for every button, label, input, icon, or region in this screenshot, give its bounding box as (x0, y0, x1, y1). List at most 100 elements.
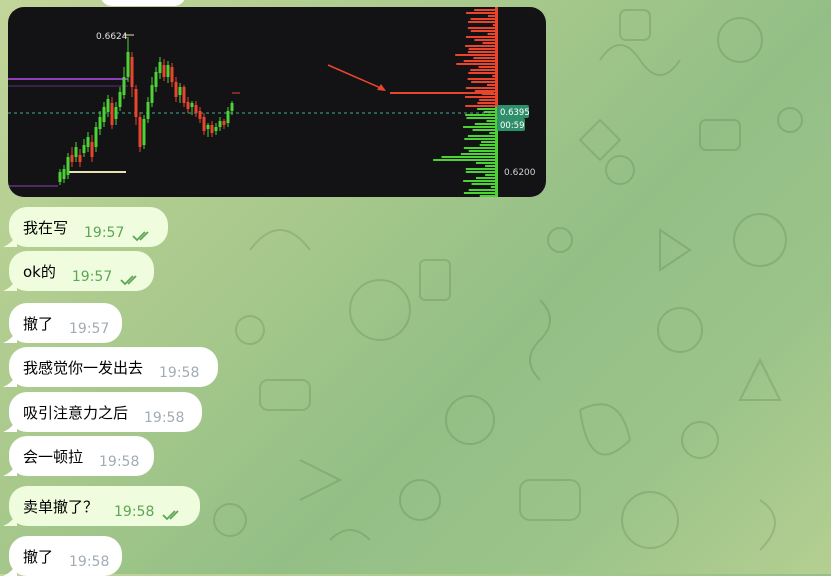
bubble-tail (3, 373, 17, 387)
outgoing-message[interactable]: 卖单撤了？ 19:58 (3, 486, 200, 526)
volume-profile-bar (465, 168, 497, 170)
candle-body (66, 157, 70, 175)
bubble-tail (3, 233, 17, 247)
candle-body (82, 145, 86, 153)
previous-message-bubble-edge (100, 0, 186, 6)
message-text: 我在写 (23, 218, 69, 237)
volume-profile-bar (471, 183, 497, 185)
volume-profile-bar (465, 87, 497, 89)
message-time: 19:58 (99, 454, 140, 470)
candle-body (106, 99, 110, 112)
volume-profile-bar (463, 147, 497, 149)
candlestick-chart: 0.6624 0.6395 00:59 0.6200 (8, 7, 536, 197)
volume-profile-bar (468, 150, 497, 152)
volume-profile-bar (465, 36, 497, 38)
volume-profile-bar (468, 189, 497, 191)
candle-body (166, 65, 170, 77)
candle-body (134, 89, 138, 117)
outgoing-message[interactable]: 我在写 19:57 (3, 207, 168, 247)
candle-body (62, 169, 66, 179)
volume-profile-bar (441, 156, 497, 158)
incoming-message[interactable]: 撤了 19:58 (3, 536, 122, 576)
candle-body (130, 57, 134, 87)
volume-profile-bar (470, 18, 497, 20)
volume-profile-bar (467, 51, 497, 53)
candle-body (86, 137, 90, 147)
volume-profile-axis (495, 7, 498, 197)
read-double-check-icon (120, 274, 142, 290)
volume-profile-bar (477, 102, 497, 104)
candle-body (94, 127, 98, 147)
volume-profile-bar (463, 180, 497, 182)
candle-body (78, 155, 82, 162)
price-low-label: 0.6200 (504, 168, 536, 178)
volume-profile-bar (475, 177, 497, 179)
volume-profile-bar (475, 162, 497, 164)
candle-body (150, 85, 154, 103)
read-double-check-icon (132, 230, 154, 246)
volume-profile-bar (482, 42, 497, 44)
volume-profile-bar (473, 57, 497, 59)
volume-profile-bar (468, 72, 497, 74)
chart-image-message[interactable]: 0.6624 0.6395 00:59 0.6200 (8, 7, 546, 197)
volume-profile-bar (474, 123, 497, 125)
message-text: 撤了 (23, 314, 54, 333)
candle-body (190, 103, 194, 107)
volume-profile-bar (479, 144, 497, 146)
volume-profile-bar (471, 81, 497, 83)
candle-body (226, 111, 230, 123)
message-list[interactable]: 0.6624 0.6395 00:59 0.6200 我在写 19:57 ok的 19… (0, 0, 831, 576)
bubble-tail (3, 277, 17, 291)
candle-body (230, 103, 234, 111)
volume-profile-bar (465, 171, 497, 173)
message-text: 会一顿拉 (23, 447, 84, 466)
candle-body (206, 125, 210, 129)
volume-profile-bar (463, 60, 497, 62)
candle-body (198, 111, 202, 119)
bubble-tail (3, 512, 17, 526)
incoming-message[interactable]: 撤了 19:57 (3, 303, 122, 343)
message-text: 我感觉你一发出去 (23, 358, 144, 377)
incoming-message[interactable]: 吸引注意力之后 19:58 (3, 392, 202, 432)
message-text: 卖单撤了？ (23, 497, 99, 516)
incoming-message[interactable]: 我感觉你一发出去 19:58 (3, 347, 218, 387)
candle-body (118, 92, 122, 107)
bubble-tail (3, 462, 17, 476)
annotation-arrow-shaft (327, 64, 384, 90)
volume-profile-bar (479, 195, 497, 197)
candle-body (158, 62, 162, 73)
volume-profile-bar (477, 108, 497, 110)
candle-body (98, 117, 102, 129)
bubble-tail (3, 329, 17, 343)
volume-profile-bar (433, 159, 497, 161)
candle-body (174, 82, 178, 97)
volume-profile-bar (474, 9, 497, 11)
message-time: 19:58 (69, 554, 110, 570)
candle-body (70, 155, 74, 162)
volume-profile-bar (468, 21, 497, 23)
read-double-check-icon (162, 509, 184, 525)
volume-profile-bar (466, 12, 497, 14)
incoming-message[interactable]: 会一顿拉 19:58 (3, 436, 154, 476)
bubble-tail (3, 418, 17, 432)
volume-profile-bar (455, 54, 497, 56)
message-time: 19:57 (69, 321, 110, 337)
candle-body (146, 102, 150, 119)
volume-profile-bar (465, 45, 497, 47)
outgoing-message[interactable]: ok的 19:57 (3, 251, 154, 291)
current-price-label: 0.6395 (500, 108, 530, 118)
volume-profile-bar (465, 105, 497, 107)
candle-body (170, 67, 174, 82)
candle-body (214, 127, 218, 131)
price-high-label: 0.6624 (96, 32, 128, 42)
message-time: 19:58 (114, 504, 184, 521)
candle-body (154, 72, 158, 87)
volume-profile-bar (465, 114, 497, 116)
candle-body (182, 87, 186, 103)
candle-body (114, 107, 118, 119)
volume-profile-bar (467, 135, 497, 137)
candle-body (74, 147, 78, 157)
message-text: 撤了 (23, 547, 54, 566)
candle-body (202, 117, 206, 131)
candle-body (142, 119, 146, 145)
